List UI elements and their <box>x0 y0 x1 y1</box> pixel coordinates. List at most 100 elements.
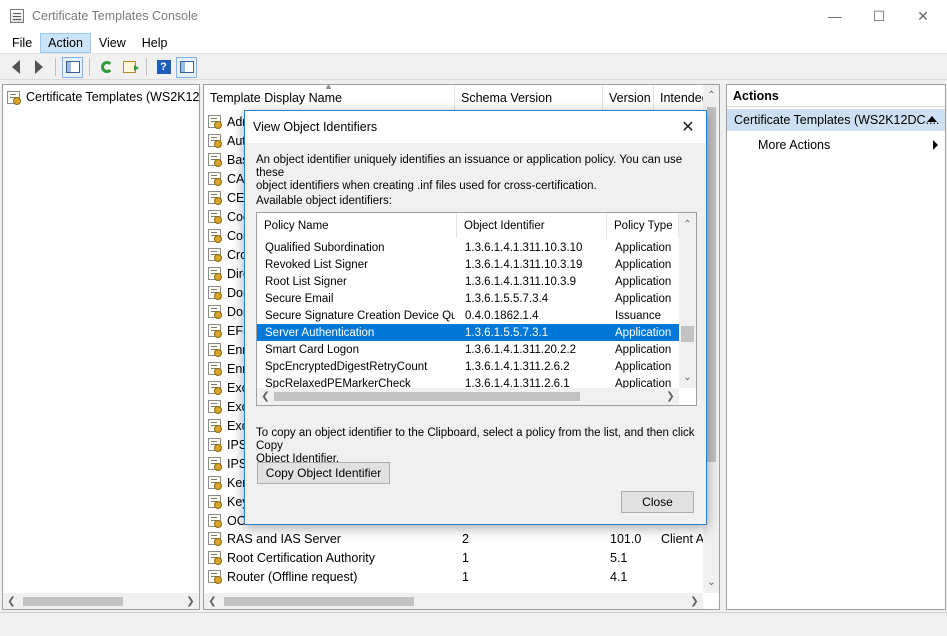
table-row[interactable]: Exc <box>208 378 248 397</box>
close-window-button[interactable]: ✕ <box>900 0 946 32</box>
copy-hint: To copy an object identifier to the Clip… <box>256 427 695 465</box>
object-identifier-cell: 1.3.6.1.4.1.311.20.2.2 <box>465 343 577 356</box>
certificate-template-icon <box>208 115 222 129</box>
template-name: Aut <box>227 133 246 148</box>
table-row[interactable]: IPS <box>208 435 247 454</box>
actions-group-certificate-templates[interactable]: Certificate Templates (WS2K12DC.... <box>727 109 945 131</box>
dialog-close-button[interactable]: Close <box>621 491 694 513</box>
minimize-button[interactable]: — <box>812 0 858 32</box>
list-item[interactable]: Root List Signer 1.3.6.1.4.1.311.10.3.9 Ap… <box>257 273 679 290</box>
more-actions-link[interactable]: More Actions <box>758 135 938 155</box>
scrollbar-thumb[interactable] <box>274 392 580 401</box>
table-row[interactable]: Aut <box>208 131 246 150</box>
list-item-selected[interactable]: Server Authentication 1.3.6.1.5.5.7.3.1 Ap… <box>257 324 679 341</box>
toolbar-separator <box>89 58 90 76</box>
list-item[interactable]: Qualified Subordination 1.3.6.1.4.1.311.1… <box>257 239 679 256</box>
scrollbar-thumb[interactable] <box>681 326 694 342</box>
scroll-down-icon[interactable]: ⌄ <box>679 369 696 386</box>
tree-node-certificate-templates[interactable]: Certificate Templates (WS2K12D <box>7 87 200 107</box>
menu-help[interactable]: Help <box>134 33 176 53</box>
scroll-left-icon[interactable]: ❮ <box>257 388 274 405</box>
list-item[interactable]: Secure Email 1.3.6.1.5.5.7.3.4 Application <box>257 290 679 307</box>
column-header-intended[interactable]: Intended <box>654 85 704 111</box>
tree-horizontal-scrollbar[interactable]: ❮ ❯ <box>3 593 199 609</box>
table-row[interactable]: Ker <box>208 473 246 492</box>
column-header-schema-version[interactable]: Schema Version <box>455 85 603 111</box>
table-row[interactable]: Exc <box>208 416 248 435</box>
dialog-close-icon[interactable]: ✕ <box>676 116 700 138</box>
table-row[interactable]: Cor <box>208 226 247 245</box>
table-row[interactable]: Router (Offline request) 1 4.1 <box>208 567 703 586</box>
table-row[interactable]: Enr <box>208 359 246 378</box>
collapse-icon[interactable] <box>927 116 937 122</box>
policy-name-cell: Revoked List Signer <box>265 258 368 271</box>
policy-type-cell: Application <box>615 326 672 339</box>
column-header-policy-type[interactable]: Policy Type <box>607 213 679 238</box>
copy-object-identifier-button[interactable]: Copy Object Identifier <box>257 462 390 484</box>
scroll-up-icon[interactable]: ⌃ <box>703 87 719 104</box>
scroll-up-icon[interactable]: ⌃ <box>679 216 696 233</box>
list-horizontal-scrollbar[interactable]: ❮ ❯ <box>204 593 703 609</box>
policy-type-cell: Application <box>615 275 672 288</box>
table-row[interactable]: Dor <box>208 302 247 321</box>
object-identifier-cell: 1.3.6.1.4.1.311.10.3.9 <box>465 275 577 288</box>
scrollbar-thumb[interactable] <box>23 597 123 606</box>
table-row[interactable]: Cro <box>208 245 247 264</box>
scrollbar-thumb[interactable] <box>707 107 716 462</box>
table-row[interactable]: CA <box>208 169 244 188</box>
table-row[interactable]: Exc <box>208 397 248 416</box>
column-header-policy-name[interactable]: Policy Name <box>257 213 457 238</box>
scroll-down-icon[interactable]: ⌄ <box>703 574 719 591</box>
menu-file[interactable]: File <box>4 33 40 53</box>
table-row[interactable]: OC <box>208 511 246 530</box>
schema-version-cell: 1 <box>462 569 469 584</box>
scrollbar-thumb[interactable] <box>224 597 414 606</box>
show-hide-action-pane-button[interactable] <box>176 56 197 78</box>
column-header-name[interactable]: ▲ Template Display Name <box>204 85 455 111</box>
scroll-right-icon[interactable]: ❯ <box>182 593 199 609</box>
object-identifier-cell: 1.3.6.1.5.5.7.3.1 <box>465 326 549 339</box>
list-item[interactable]: SpcEncryptedDigestRetryCount 1.3.6.1.4.1.… <box>257 358 679 375</box>
scroll-right-icon[interactable]: ❯ <box>686 593 703 609</box>
scroll-left-icon[interactable]: ❮ <box>3 593 20 609</box>
toolbar: ? <box>0 55 947 80</box>
certificate-template-icon <box>208 400 222 414</box>
menu-view[interactable]: View <box>91 33 134 53</box>
scroll-right-icon[interactable]: ❯ <box>662 388 679 405</box>
object-identifier-list[interactable]: Policy Name Object Identifier Policy Typ… <box>256 212 697 406</box>
list-item[interactable]: Smart Card Logon 1.3.6.1.4.1.311.20.2.2 Ap… <box>257 341 679 358</box>
certificate-template-icon <box>208 570 222 584</box>
table-row[interactable]: Enr <box>208 340 246 359</box>
export-list-button[interactable] <box>119 57 140 78</box>
certificate-template-icon <box>208 286 222 300</box>
maximize-button[interactable]: ☐ <box>856 0 902 32</box>
tree-node-label: Certificate Templates (WS2K12D <box>26 90 200 104</box>
back-arrow-icon <box>11 60 20 74</box>
object-identifier-cell: 1.3.6.1.4.1.311.10.3.10 <box>465 241 583 254</box>
template-name: RAS and IAS Server <box>227 531 341 546</box>
column-header-object-identifier[interactable]: Object Identifier <box>457 213 607 238</box>
scroll-left-icon[interactable]: ❮ <box>204 593 221 609</box>
table-row[interactable]: Key <box>208 492 249 511</box>
table-row[interactable]: IPS <box>208 454 247 473</box>
table-row[interactable]: Bas <box>208 150 249 169</box>
menu-action[interactable]: Action <box>40 32 91 53</box>
table-row[interactable]: RAS and IAS Server 2 101.0 Client A <box>208 529 704 548</box>
show-hide-console-tree-button[interactable] <box>62 56 83 78</box>
console-tree: Certificate Templates (WS2K12D ❮ ❯ <box>2 84 200 610</box>
forward-button[interactable] <box>28 57 49 78</box>
oid-horizontal-scrollbar[interactable]: ❮ ❯ <box>257 388 679 405</box>
help-button[interactable]: ? <box>153 57 174 78</box>
table-row[interactable]: Root Certification Authority 1 5.1 <box>208 548 703 567</box>
action-pane-icon <box>179 61 194 73</box>
certificate-template-icon <box>208 343 222 357</box>
oid-vertical-scrollbar[interactable]: ⌃ ⌄ <box>679 213 696 388</box>
policy-type-cell: Application <box>615 343 672 356</box>
list-item[interactable]: Revoked List Signer 1.3.6.1.4.1.311.10.3.… <box>257 256 679 273</box>
list-item[interactable]: Secure Signature Creation Device Qu... 0.… <box>257 307 679 324</box>
back-button[interactable] <box>5 57 26 78</box>
certificate-template-icon <box>208 362 222 376</box>
refresh-button[interactable] <box>96 57 117 78</box>
table-row[interactable]: Dor <box>208 283 247 302</box>
column-header-version[interactable]: Version <box>603 85 654 111</box>
